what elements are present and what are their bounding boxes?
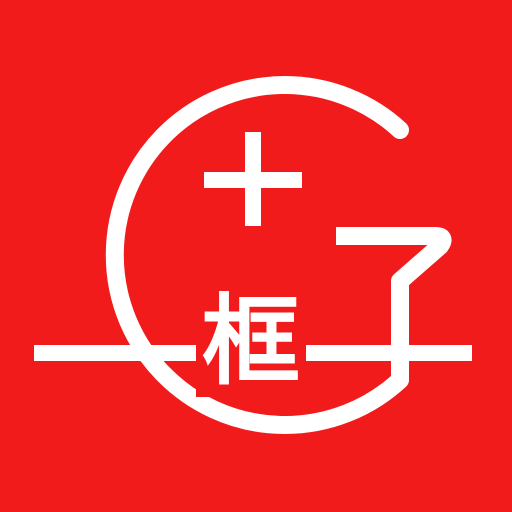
app-icon: 框 <box>0 0 512 512</box>
center-glyph: 框 <box>196 287 306 397</box>
logo-graphic <box>34 76 472 434</box>
hook-crossbar <box>310 345 472 361</box>
plus-icon-vertical <box>245 132 261 226</box>
